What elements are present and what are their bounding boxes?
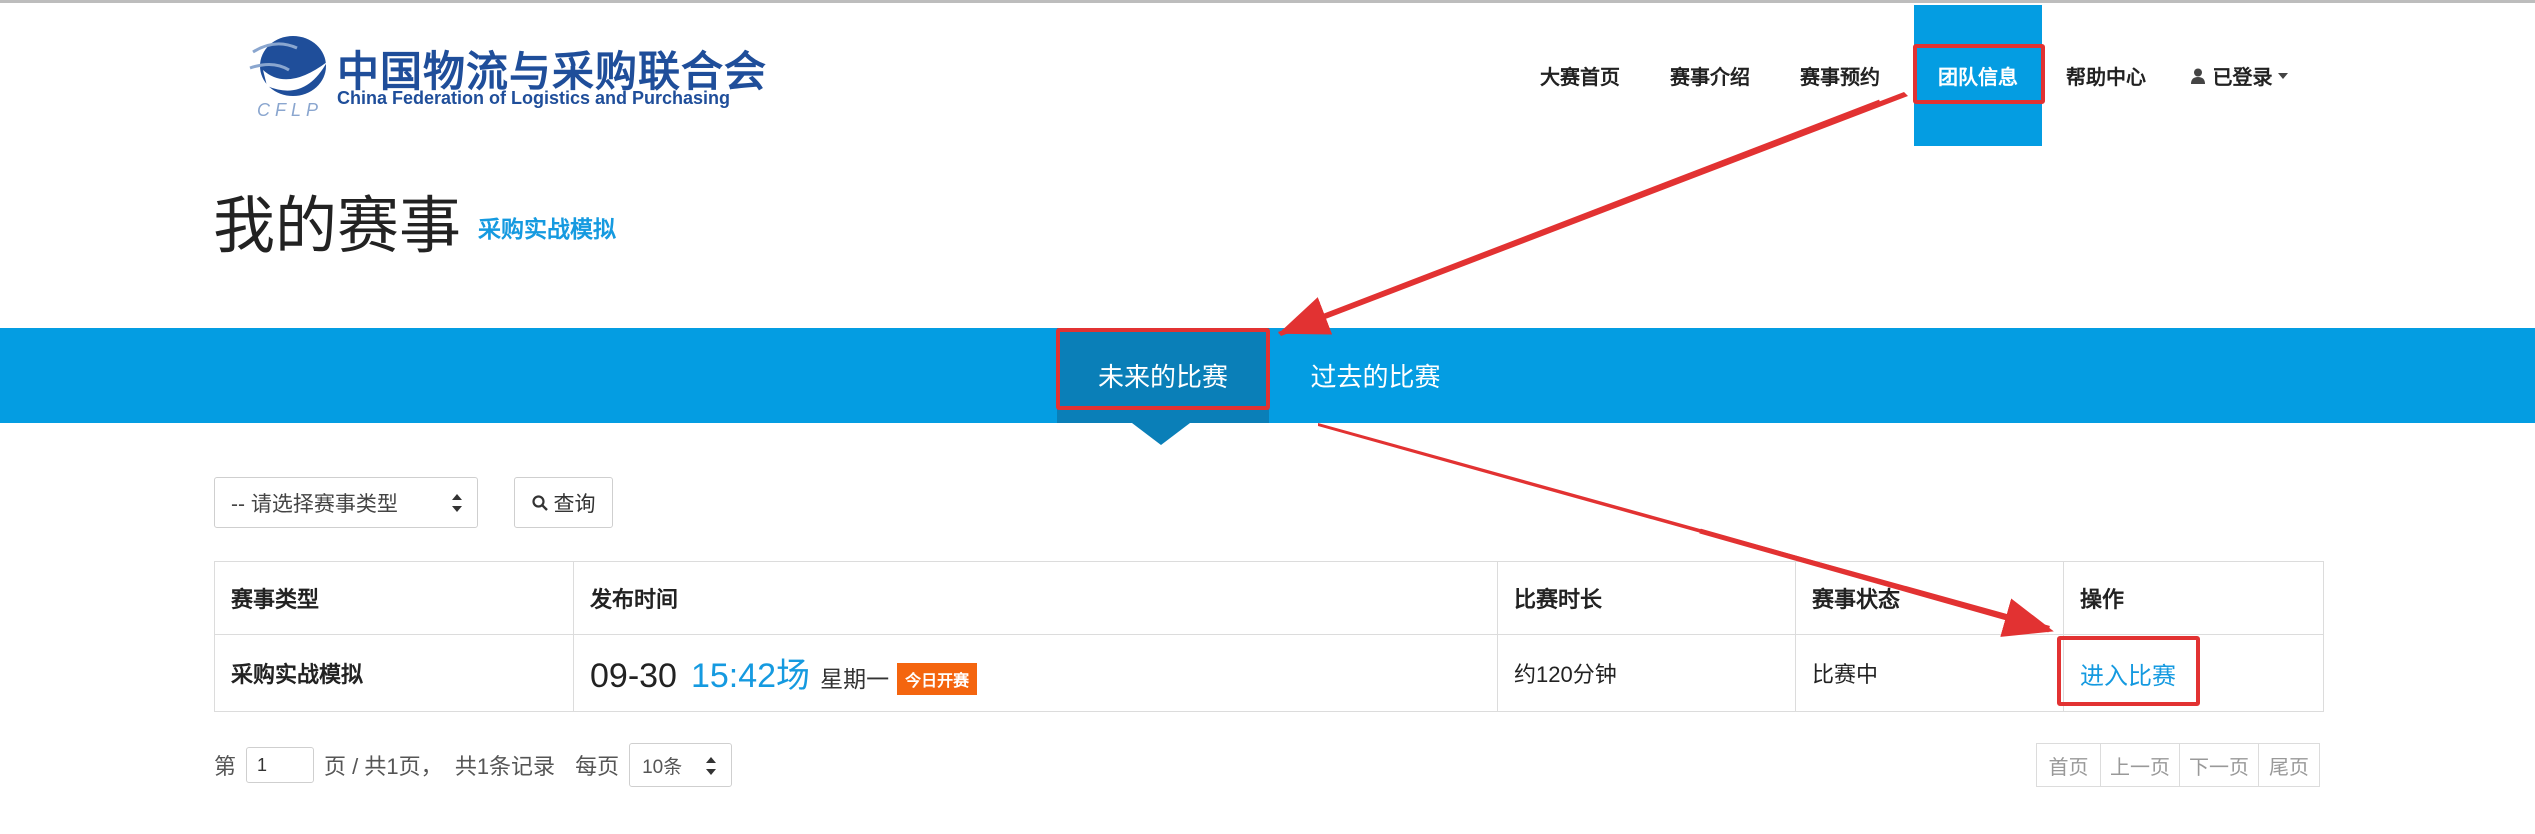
pagination-controls: 首页 上一页 下一页 尾页 <box>2036 743 2320 787</box>
col-header-type: 赛事类型 <box>214 561 574 635</box>
cell-type: 采购实战模拟 <box>214 634 574 712</box>
tab-band: 未来的比赛 过去的比赛 <box>0 328 2535 423</box>
col-header-duration: 比赛时长 <box>1497 561 1796 635</box>
tab-past-matches[interactable]: 过去的比赛 <box>1278 328 1473 423</box>
tab-upcoming-matches[interactable]: 未来的比赛 <box>1057 328 1269 423</box>
cell-duration: 约120分钟 <box>1497 634 1796 712</box>
logo-abbreviation: CFLP <box>257 100 324 120</box>
user-menu-label: 已登录 <box>2212 67 2273 89</box>
sort-arrows-icon <box>706 757 717 775</box>
user-menu[interactable]: 已登录 <box>2183 5 2295 146</box>
nav-label: 赛事介绍 <box>1670 67 1750 89</box>
prev-page-button[interactable]: 上一页 <box>2100 743 2180 787</box>
page-prefix: 第 <box>214 754 237 779</box>
top-border <box>0 0 2535 3</box>
per-page-label: 每页 <box>575 754 620 779</box>
nav-label: 赛事预约 <box>1800 67 1880 89</box>
col-header-action: 操作 <box>2063 561 2324 635</box>
nav-item-team-info[interactable]: 团队信息 <box>1914 5 2042 146</box>
query-button-label: 查询 <box>553 492 596 516</box>
sort-arrows-icon <box>452 494 462 512</box>
pagination-info: 第 页 / 共1页， 共1条记录 每页 10条 <box>214 743 733 787</box>
page-summary: 页 / 共1页， 共1条记录 <box>324 754 556 779</box>
first-page-button[interactable]: 首页 <box>2036 743 2101 787</box>
nav-item-home[interactable]: 大赛首页 <box>1530 5 1630 146</box>
query-button[interactable]: 查询 <box>514 477 613 528</box>
today-badge: 今日开赛 <box>897 662 978 695</box>
cell-action: 进入比赛 <box>2063 634 2324 712</box>
nav-item-booking[interactable]: 赛事预约 <box>1790 5 1890 146</box>
match-time: 15:42场 <box>690 657 811 696</box>
cell-status: 比赛中 <box>1795 634 2064 712</box>
next-page-button[interactable]: 下一页 <box>2179 743 2259 787</box>
search-icon <box>531 494 548 511</box>
page-size-select[interactable]: 10条 <box>629 743 733 787</box>
col-header-publish-time: 发布时间 <box>573 561 1498 635</box>
page-title: 我的赛事 <box>213 192 462 261</box>
logo-name-en: China Federation of Logistics and Purcha… <box>337 88 731 108</box>
tab-label: 过去的比赛 <box>1310 362 1441 392</box>
nav-label: 帮助中心 <box>2066 67 2146 89</box>
nav-item-intro[interactable]: 赛事介绍 <box>1660 5 1760 146</box>
page-subtitle: 采购实战模拟 <box>478 216 616 242</box>
last-page-button[interactable]: 尾页 <box>2258 743 2320 787</box>
nav-label: 大赛首页 <box>1540 67 1620 89</box>
matches-table: 赛事类型 发布时间 比赛时长 赛事状态 操作 采购实战模拟 09-30 15:42… <box>214 561 2324 712</box>
select-value: -- 请选择赛事类型 <box>231 492 398 516</box>
match-weekday: 星期一 <box>820 666 890 693</box>
table-row: 采购实战模拟 09-30 15:42场 星期一 今日开赛 约120分钟 比赛中 进入比… <box>214 634 2324 712</box>
page-size-value: 10条 <box>642 756 683 778</box>
match-type-select[interactable]: -- 请选择赛事类型 <box>214 477 478 528</box>
col-header-status: 赛事状态 <box>1795 561 2064 635</box>
cell-publish-time: 09-30 15:42场 星期一 今日开赛 <box>573 634 1498 712</box>
active-tab-indicator <box>1132 423 1190 445</box>
cflp-logo[interactable]: CFLP 中国物流与采购联合会 China Federation of Logi… <box>245 30 766 120</box>
enter-match-link[interactable]: 进入比赛 <box>2080 663 2176 690</box>
table-header-row: 赛事类型 发布时间 比赛时长 赛事状态 操作 <box>214 561 2324 635</box>
page-number-input[interactable] <box>246 747 315 783</box>
caret-down-icon <box>2277 72 2288 79</box>
user-icon <box>2190 68 2205 84</box>
nav-label: 团队信息 <box>1938 67 2018 89</box>
nav-item-help[interactable]: 帮助中心 <box>2056 5 2156 146</box>
tab-label: 未来的比赛 <box>1097 362 1228 392</box>
match-date: 09-30 <box>590 657 677 696</box>
